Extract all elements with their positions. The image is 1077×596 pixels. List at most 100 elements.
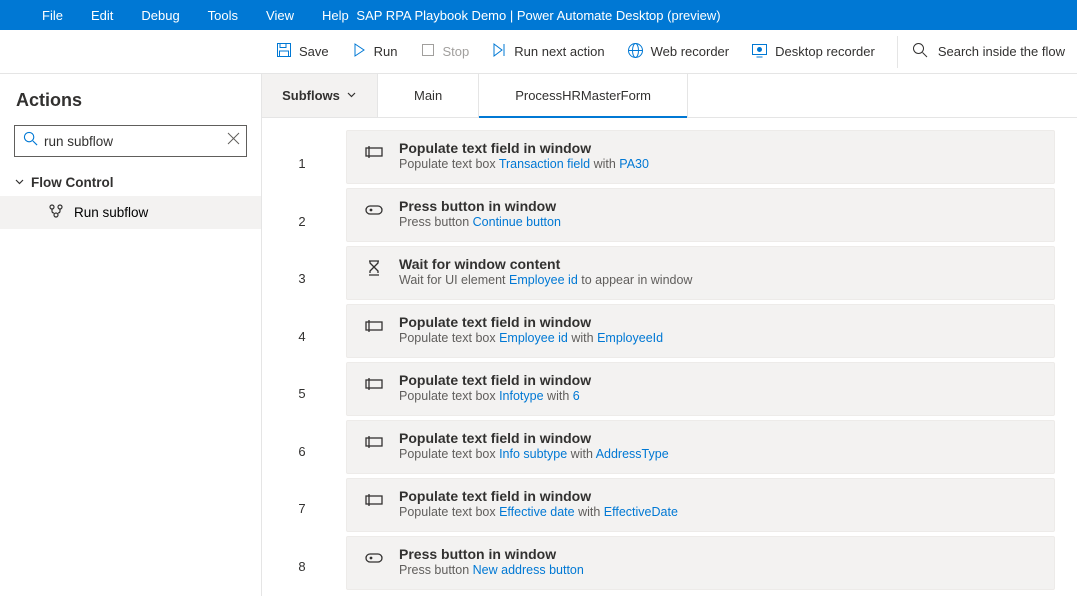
line-number: 7: [298, 481, 305, 537]
description-text: with: [567, 447, 596, 461]
menu-debug[interactable]: Debug: [127, 2, 193, 29]
flow-step[interactable]: Press button in windowPress button Conti…: [346, 188, 1055, 242]
steps-list: Populate text field in windowPopulate te…: [342, 118, 1077, 596]
reference-link[interactable]: Info subtype: [499, 447, 567, 461]
reference-link[interactable]: Effective date: [499, 505, 575, 519]
save-icon: [276, 42, 292, 61]
step-title: Populate text field in window: [399, 140, 1040, 156]
reference-link[interactable]: Transaction field: [499, 157, 590, 171]
actions-sidebar: Actions Flow Control: [0, 74, 262, 596]
step-description: Press button Continue button: [399, 215, 1040, 229]
reference-link[interactable]: Employee id: [509, 273, 578, 287]
reference-link[interactable]: New address button: [473, 563, 584, 577]
tab-processhrmasterform[interactable]: ProcessHRMasterForm: [479, 74, 688, 117]
search-flow-button[interactable]: Search inside the flow: [912, 42, 1065, 61]
actions-search[interactable]: [14, 125, 247, 157]
menu-view[interactable]: View: [252, 2, 308, 29]
run-next-label: Run next action: [514, 44, 604, 59]
run-button[interactable]: Run: [349, 38, 400, 65]
web-recorder-label: Web recorder: [651, 44, 730, 59]
reference-link[interactable]: 6: [573, 389, 580, 403]
step-description: Press button New address button: [399, 563, 1040, 577]
step-body: Populate text field in windowPopulate te…: [399, 372, 1040, 403]
desktop-icon: [751, 42, 768, 62]
group-flow-control[interactable]: Flow Control: [0, 169, 261, 196]
reference-link[interactable]: EmployeeId: [597, 331, 663, 345]
run-next-button[interactable]: Run next action: [489, 38, 606, 65]
description-text: to appear in window: [578, 273, 693, 287]
reference-link[interactable]: Continue button: [473, 215, 561, 229]
toolbar: Save Run Stop Run next action Web record…: [0, 30, 1077, 74]
description-text: with: [544, 389, 573, 403]
action-run-subflow[interactable]: Run subflow: [0, 196, 261, 229]
globe-icon: [627, 42, 644, 62]
save-button[interactable]: Save: [274, 38, 331, 65]
step-body: Press button in windowPress button Conti…: [399, 198, 1040, 229]
line-number: 3: [298, 251, 305, 307]
stop-label: Stop: [443, 44, 470, 59]
designer-content: Subflows Main ProcessHRMasterForm 123456…: [262, 74, 1077, 596]
step-description: Populate text box Effective date with Ef…: [399, 505, 1040, 519]
flow-step[interactable]: Press button in windowPress button New a…: [346, 536, 1055, 590]
step-title: Populate text field in window: [399, 430, 1040, 446]
action-label: Run subflow: [74, 205, 148, 220]
description-text: Populate text box: [399, 157, 499, 171]
description-text: with: [590, 157, 619, 171]
web-recorder-button[interactable]: Web recorder: [625, 38, 732, 66]
flow-step[interactable]: Populate text field in windowPopulate te…: [346, 130, 1055, 184]
toolbar-separator: [897, 36, 898, 68]
menu-edit[interactable]: Edit: [77, 2, 127, 29]
step-over-icon: [491, 42, 507, 61]
desktop-recorder-button[interactable]: Desktop recorder: [749, 38, 877, 66]
menubar: File Edit Debug Tools View Help SAP RPA …: [0, 0, 1077, 30]
actions-tree: Flow Control Run subflow: [0, 169, 261, 229]
description-text: Populate text box: [399, 331, 499, 345]
reference-link[interactable]: EffectiveDate: [604, 505, 678, 519]
desktop-recorder-label: Desktop recorder: [775, 44, 875, 59]
textbox-icon: [365, 144, 383, 165]
actions-search-input[interactable]: [44, 134, 221, 149]
flow-step[interactable]: Populate text field in windowPopulate te…: [346, 304, 1055, 358]
flow-step[interactable]: Populate text field in windowPopulate te…: [346, 478, 1055, 532]
line-number: 2: [298, 194, 305, 250]
button-icon: [365, 202, 383, 223]
subflows-label: Subflows: [282, 88, 340, 103]
description-text: Press button: [399, 215, 473, 229]
line-gutter: 12345678: [262, 118, 342, 596]
clear-icon[interactable]: [227, 132, 240, 150]
reference-link[interactable]: PA30: [619, 157, 649, 171]
line-number: 8: [298, 539, 305, 595]
stop-icon: [420, 42, 436, 61]
flow-step[interactable]: Populate text field in windowPopulate te…: [346, 420, 1055, 474]
button-icon: [365, 550, 383, 571]
step-title: Press button in window: [399, 546, 1040, 562]
flow-step[interactable]: Populate text field in windowPopulate te…: [346, 362, 1055, 416]
menu-help[interactable]: Help: [308, 2, 363, 29]
description-text: Populate text box: [399, 447, 499, 461]
tab-label: ProcessHRMasterForm: [515, 88, 651, 103]
step-description: Populate text box Transaction field with…: [399, 157, 1040, 171]
step-title: Press button in window: [399, 198, 1040, 214]
reference-link[interactable]: Employee id: [499, 331, 568, 345]
search-icon: [23, 131, 38, 151]
description-text: Populate text box: [399, 389, 499, 403]
search-flow-label: Search inside the flow: [938, 44, 1065, 59]
reference-link[interactable]: AddressType: [596, 447, 669, 461]
subflows-dropdown[interactable]: Subflows: [262, 74, 378, 117]
stop-button[interactable]: Stop: [418, 38, 472, 65]
step-description: Populate text box Infotype with 6: [399, 389, 1040, 403]
reference-link[interactable]: Infotype: [499, 389, 543, 403]
window-title: SAP RPA Playbook Demo | Power Automate D…: [356, 8, 720, 23]
flow-step[interactable]: Wait for window contentWait for UI eleme…: [346, 246, 1055, 300]
tab-main[interactable]: Main: [378, 74, 479, 117]
play-icon: [351, 42, 367, 61]
description-text: Press button: [399, 563, 473, 577]
step-description: Populate text box Info subtype with Addr…: [399, 447, 1040, 461]
step-description: Wait for UI element Employee id to appea…: [399, 273, 1040, 287]
menu-tools[interactable]: Tools: [194, 2, 252, 29]
group-label: Flow Control: [31, 175, 113, 190]
textbox-icon: [365, 492, 383, 513]
menu-file[interactable]: File: [28, 2, 77, 29]
description-text: with: [568, 331, 597, 345]
hourglass-icon: [365, 260, 383, 281]
